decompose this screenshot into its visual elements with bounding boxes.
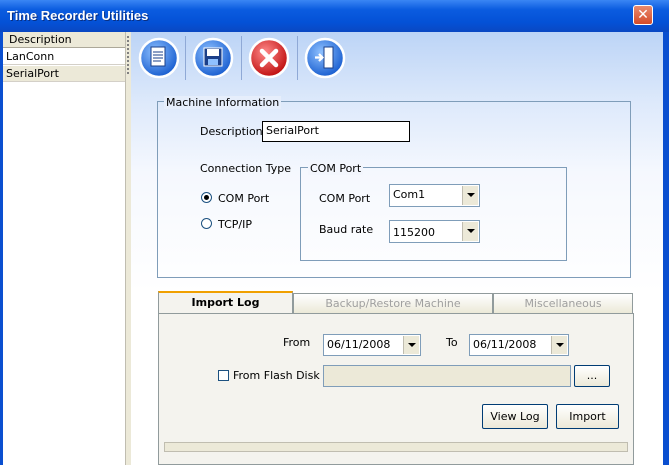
com-port-radio[interactable] <box>201 192 212 203</box>
com-port-value: Com1 <box>393 188 426 201</box>
baud-rate-value: 115200 <box>393 226 435 239</box>
machine-list: Description LanConn SerialPort <box>3 32 126 465</box>
save-button[interactable] <box>191 36 235 80</box>
baud-rate-select[interactable]: 115200 <box>389 220 480 243</box>
from-date-value: 06/11/2008 <box>327 338 391 351</box>
tab-backup-restore-machine[interactable]: Backup/Restore Machine <box>293 293 493 313</box>
tcp-ip-radio-label: TCP/IP <box>218 218 252 231</box>
from-label: From <box>283 336 311 349</box>
detail-panel: Machine Information Description SerialPo… <box>131 32 663 465</box>
com-port-legend: COM Port <box>308 162 364 175</box>
connection-type-label: Connection Type <box>200 162 292 175</box>
browse-button[interactable]: ... <box>574 365 610 387</box>
list-item-lanconn[interactable]: LanConn <box>3 49 125 65</box>
from-date-picker[interactable]: 06/11/2008 <box>323 334 421 356</box>
flash-disk-path-input[interactable] <box>323 365 571 387</box>
progress-bar <box>164 442 628 452</box>
chevron-down-icon[interactable] <box>551 336 567 354</box>
from-flash-disk-label: From Flash Disk <box>233 369 320 382</box>
list-header-description[interactable]: Description <box>3 32 125 48</box>
tab-miscellaneous[interactable]: Miscellaneous <box>493 293 633 313</box>
exit-button[interactable] <box>303 36 347 80</box>
com-port-select[interactable]: Com1 <box>389 184 480 207</box>
delete-icon <box>248 37 290 79</box>
tcp-ip-radio[interactable] <box>201 218 212 229</box>
document-icon <box>138 37 180 79</box>
title-bar: Time Recorder Utilities ✕ <box>0 0 669 33</box>
toolbar-separator <box>297 36 298 80</box>
chevron-down-icon[interactable] <box>462 186 478 205</box>
description-label: Description <box>200 125 263 138</box>
import-button[interactable]: Import <box>556 404 619 429</box>
to-date-picker[interactable]: 06/11/2008 <box>469 334 569 356</box>
delete-button[interactable] <box>247 36 291 80</box>
window-frame-right <box>663 32 669 465</box>
tab-import-log[interactable]: Import Log <box>158 291 293 313</box>
save-icon <box>192 37 234 79</box>
chevron-down-icon[interactable] <box>462 222 478 241</box>
to-date-value: 06/11/2008 <box>473 338 537 351</box>
import-log-tab-panel: From 06/11/2008 To 06/11/2008 From Flash… <box>158 313 634 465</box>
to-label: To <box>446 336 458 349</box>
com-port-group <box>300 167 567 261</box>
new-document-button[interactable] <box>137 36 181 80</box>
toolbar-separator <box>185 36 186 80</box>
splitter-grip <box>127 36 129 76</box>
from-flash-disk-checkbox[interactable] <box>218 370 229 381</box>
chevron-down-icon[interactable] <box>403 336 419 354</box>
baud-rate-label: Baud rate <box>319 223 374 236</box>
window-title: Time Recorder Utilities <box>7 8 149 23</box>
com-port-radio-label: COM Port <box>218 192 270 205</box>
toolbar-separator <box>241 36 242 80</box>
exit-icon <box>304 37 346 79</box>
com-port-label: COM Port <box>319 192 371 205</box>
close-button[interactable]: ✕ <box>633 5 653 25</box>
view-log-button[interactable]: View Log <box>482 404 548 429</box>
machine-information-legend: Machine Information <box>164 96 282 109</box>
list-item-serialport[interactable]: SerialPort <box>3 66 125 82</box>
description-input[interactable]: SerialPort <box>262 121 410 142</box>
